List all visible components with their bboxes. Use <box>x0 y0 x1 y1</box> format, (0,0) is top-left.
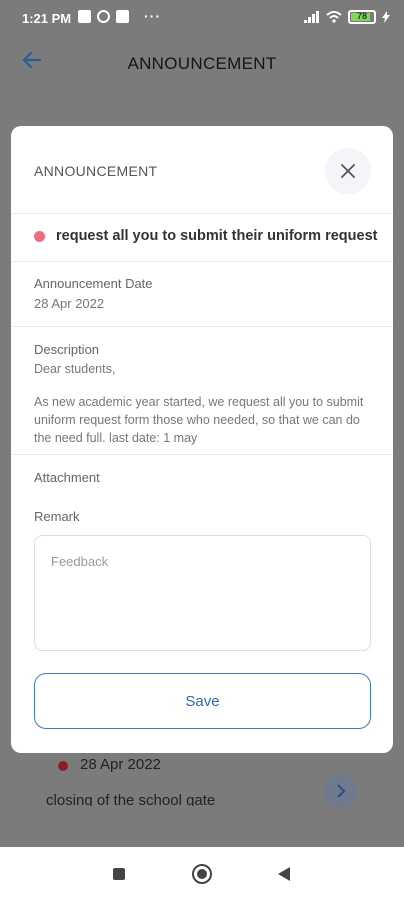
announcement-subject: request all you to submit their uniform … <box>56 228 378 244</box>
battery-level: 78 <box>356 11 367 21</box>
wifi-icon <box>326 11 342 23</box>
notification-icons <box>78 10 129 23</box>
attachment-label: Attachment <box>34 470 100 485</box>
description-section: Description Dear students, As new academ… <box>11 327 393 455</box>
close-button[interactable] <box>325 148 371 194</box>
unread-dot <box>34 231 45 242</box>
description-greeting: Dear students, <box>34 362 116 376</box>
system-nav-bar <box>0 847 404 900</box>
announcement-dialog: ANNOUNCEMENT request all you to submit t… <box>11 126 393 753</box>
recents-icon[interactable] <box>113 868 125 880</box>
date-label: Announcement Date <box>34 276 153 291</box>
remark-label: Remark <box>34 509 80 524</box>
list-item-date: 28 Apr 2022 <box>80 756 161 773</box>
charging-icon <box>382 11 390 23</box>
status-dot <box>58 761 68 771</box>
date-value: 28 Apr 2022 <box>34 296 105 311</box>
message-icon <box>78 10 91 23</box>
feedback-input[interactable] <box>34 535 371 651</box>
more-notifications-icon: ··· <box>144 8 161 24</box>
subject-row: request all you to submit their uniform … <box>11 214 393 262</box>
dialog-header: ANNOUNCEMENT <box>11 126 393 214</box>
chevron-right-icon[interactable] <box>324 774 358 808</box>
status-bar: 1:21 PM ··· 78 <box>0 0 404 36</box>
battery-icon: 78 <box>348 10 376 24</box>
save-button[interactable]: Save <box>34 673 371 729</box>
description-body: As new academic year started, we request… <box>34 395 364 445</box>
download-icon <box>116 10 129 23</box>
description-label: Description <box>34 342 100 357</box>
status-right: 78 <box>304 10 390 24</box>
status-time: 1:21 PM <box>22 11 72 26</box>
date-section: Announcement Date 28 Apr 2022 <box>11 262 393 327</box>
home-icon[interactable] <box>192 864 212 884</box>
list-item-title: closing of the school gate <box>46 792 216 806</box>
dialog-title: ANNOUNCEMENT <box>34 163 158 179</box>
back-icon[interactable] <box>278 867 290 881</box>
close-icon <box>341 164 355 178</box>
sync-icon <box>97 10 110 23</box>
signal-icon <box>304 11 319 23</box>
app-bar-title: ANNOUNCEMENT <box>127 54 277 73</box>
app-bar: ANNOUNCEMENT <box>0 36 404 90</box>
